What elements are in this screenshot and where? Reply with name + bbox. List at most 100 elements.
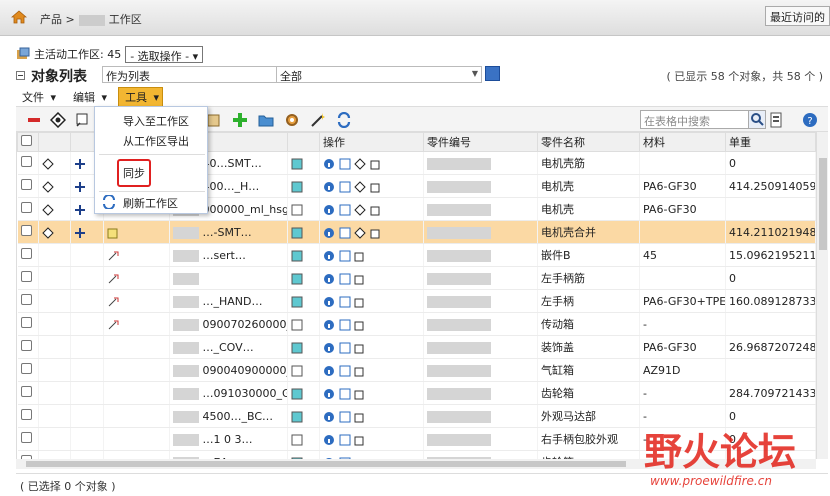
filename-cell[interactable]: 090070260000_DRIV…: [169, 312, 288, 336]
row-checkbox[interactable]: [20, 363, 32, 374]
checkout-icon[interactable]: [354, 203, 366, 216]
row-checkbox[interactable]: [20, 432, 32, 443]
info-icon[interactable]: [323, 227, 335, 239]
row-select-cell[interactable]: [17, 174, 39, 198]
filename-cell[interactable]: …_COV…: [169, 335, 288, 359]
info-icon[interactable]: [323, 365, 335, 377]
row-select-cell[interactable]: [17, 381, 39, 405]
info-icon[interactable]: [323, 319, 335, 331]
edit-icon[interactable]: [370, 181, 382, 193]
edit-menu[interactable]: 编辑 ▾: [67, 88, 110, 106]
info-icon[interactable]: [323, 250, 335, 262]
checkout-icon[interactable]: [354, 180, 366, 193]
undo-checkout-icon[interactable]: [74, 112, 90, 128]
properties-icon[interactable]: [339, 319, 351, 331]
checkout-icon[interactable]: [354, 226, 366, 239]
row-select-cell[interactable]: [17, 220, 39, 244]
row-checkbox[interactable]: [20, 386, 32, 397]
row-checkbox[interactable]: [20, 340, 32, 351]
edit-icon[interactable]: [354, 342, 366, 354]
edit-icon[interactable]: [370, 227, 382, 239]
properties-icon[interactable]: [339, 411, 351, 423]
menu-item-refresh-workspace[interactable]: 刷新工作区: [123, 195, 178, 211]
edit-icon[interactable]: [354, 296, 366, 308]
new-object-icon[interactable]: [206, 112, 222, 128]
magic-wand-icon[interactable]: [310, 112, 326, 128]
home-icon[interactable]: [11, 9, 27, 25]
row-select-cell[interactable]: [17, 427, 39, 451]
filename-cell[interactable]: 090040900000_CYLI…: [169, 358, 288, 382]
info-icon[interactable]: [323, 204, 335, 216]
filename-cell[interactable]: …_HAND…: [169, 289, 288, 313]
header-part-name[interactable]: 零件名称: [537, 132, 640, 152]
sync-icon[interactable]: [336, 112, 352, 128]
filename-cell[interactable]: 4500…_BC…: [169, 404, 288, 428]
table-row[interactable]: 左手柄筋 0: [17, 266, 828, 290]
row-select-cell[interactable]: [17, 404, 39, 428]
edit-icon[interactable]: [354, 250, 366, 262]
info-icon[interactable]: [323, 342, 335, 354]
row-checkbox[interactable]: [20, 179, 32, 190]
edit-icon[interactable]: [354, 411, 366, 423]
edit-icon[interactable]: [370, 204, 382, 216]
save-icon[interactable]: [485, 66, 500, 81]
row-checkbox[interactable]: [20, 248, 32, 259]
info-icon[interactable]: [323, 296, 335, 308]
help-icon[interactable]: ?: [802, 112, 818, 128]
info-icon[interactable]: [323, 388, 335, 400]
filename-cell[interactable]: [169, 266, 288, 290]
folder-icon[interactable]: [258, 112, 274, 128]
filename-cell[interactable]: …1 0 3…: [169, 427, 288, 451]
filename-cell[interactable]: …091030000_GEA…: [169, 381, 288, 405]
scroll-thumb[interactable]: [26, 461, 626, 467]
action-select[interactable]: - 选取操作 - ▾: [125, 45, 204, 63]
row-select-cell[interactable]: [17, 243, 39, 267]
row-checkbox[interactable]: [20, 156, 32, 167]
row-select-cell[interactable]: [17, 450, 39, 459]
properties-icon[interactable]: [339, 250, 351, 262]
table-row[interactable]: …091030000_GEA… 齿轮箱-284.70972143346: [17, 381, 828, 405]
header-part-number[interactable]: 零件编号: [423, 132, 538, 152]
menu-item-export[interactable]: 从工作区导出: [123, 133, 189, 149]
collapse-icon[interactable]: [16, 71, 25, 80]
row-select-cell[interactable]: [17, 358, 39, 382]
row-checkbox[interactable]: [20, 409, 32, 420]
row-select-cell[interactable]: [17, 266, 39, 290]
row-select-cell[interactable]: [17, 289, 39, 313]
menu-item-sync[interactable]: 同步: [123, 165, 145, 181]
row-checkbox[interactable]: [20, 225, 32, 236]
header-unit-weight[interactable]: 单重: [725, 132, 816, 152]
properties-icon[interactable]: [339, 158, 351, 170]
vertical-scrollbar[interactable]: [816, 132, 828, 459]
header-actions[interactable]: 操作: [319, 132, 424, 152]
row-checkbox[interactable]: [20, 271, 32, 282]
recent-visits-button[interactable]: 最近访问的: [765, 6, 830, 26]
checkout-icon[interactable]: [50, 112, 66, 128]
properties-icon[interactable]: [339, 365, 351, 377]
properties-icon[interactable]: [339, 227, 351, 239]
select-all-checkbox[interactable]: [21, 135, 32, 146]
add-icon[interactable]: [232, 112, 248, 128]
menu-item-import[interactable]: 导入至工作区: [123, 113, 189, 129]
filter-select[interactable]: 全部 ▼: [276, 66, 482, 83]
edit-icon[interactable]: [370, 158, 382, 170]
tools-menu[interactable]: 工具 ▾: [118, 86, 164, 107]
filename-cell[interactable]: …sert…: [169, 243, 288, 267]
properties-icon[interactable]: [339, 342, 351, 354]
header-material[interactable]: 材料: [639, 132, 726, 152]
properties-icon[interactable]: [339, 204, 351, 216]
edit-icon[interactable]: [354, 319, 366, 331]
properties-icon[interactable]: [339, 434, 351, 446]
row-checkbox[interactable]: [20, 317, 32, 328]
breadcrumb-product[interactable]: 产品 >: [40, 13, 75, 26]
scroll-thumb[interactable]: [819, 158, 827, 250]
edit-icon[interactable]: [354, 273, 366, 285]
edit-icon[interactable]: [354, 434, 366, 446]
settings-icon[interactable]: [284, 112, 300, 128]
view-select[interactable]: 作为列表▼: [102, 66, 288, 83]
table-row[interactable]: …sert… 嵌件B4515.096219521144: [17, 243, 828, 267]
table-search-input[interactable]: 在表格中搜索: [640, 110, 760, 129]
info-icon[interactable]: [323, 434, 335, 446]
checkout-icon[interactable]: [354, 157, 366, 170]
info-icon[interactable]: [323, 158, 335, 170]
